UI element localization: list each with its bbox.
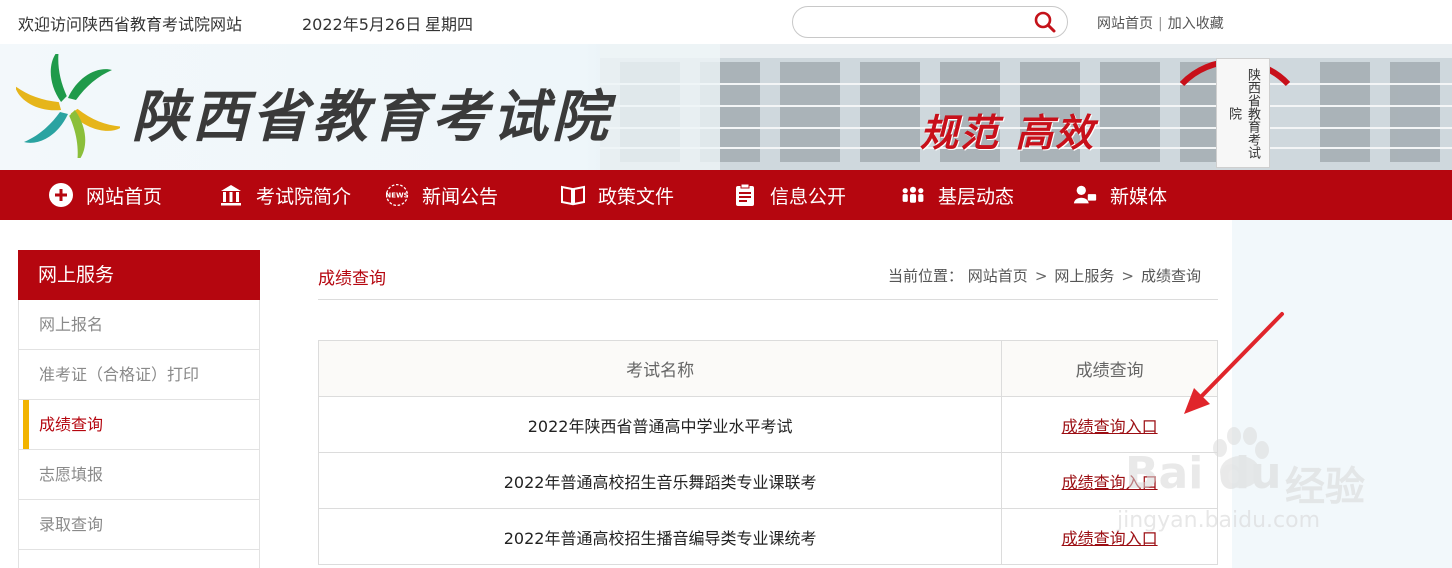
watermark-url: jingyan.baidu.com	[1117, 508, 1321, 533]
sidebar-item-admission-ticket-print[interactable]: 准考证（合格证）打印	[19, 350, 259, 400]
search-icon[interactable]	[1033, 10, 1057, 34]
annotation-arrow-icon	[1184, 312, 1284, 414]
top-links: 网站首页 | 加入收藏	[1097, 13, 1224, 33]
breadcrumb-online-services[interactable]: 网上服务	[1054, 267, 1114, 285]
clipboard-icon	[732, 182, 758, 208]
watermark-cn: 经验	[1285, 464, 1365, 510]
nav-item-policy[interactable]: 政策文件	[560, 170, 674, 220]
sidebar-title-text: 网上服务	[38, 264, 115, 286]
sidebar-item-online-registration[interactable]: 网上报名	[19, 300, 259, 350]
welcome-text: 欢迎访问陕西省教育考试院网站	[18, 15, 243, 34]
watermark-brand: Bai du	[1125, 448, 1282, 499]
table-header-row: 考试名称 成绩查询	[317, 340, 1218, 397]
sidebar-item-score-query[interactable]: 成绩查询	[19, 400, 259, 450]
sidebar-item-label: 录取查询	[39, 515, 104, 534]
home-icon	[48, 182, 74, 208]
sidebar-item-application-filling[interactable]: 志愿填报	[19, 450, 259, 500]
nav-label: 新媒体	[1110, 185, 1168, 208]
news-icon-text: NEWS	[385, 192, 408, 200]
search-box	[792, 6, 1068, 38]
baidu-watermark: Bai du 经验 jingyan.baidu.com	[1105, 420, 1405, 550]
nav-item-grassroots[interactable]: 基层动态	[900, 170, 1014, 220]
table-row: 2022年普通高校招生播音编导类专业课统考 成绩查询入口	[317, 508, 1218, 565]
score-query-table: 考试名称 成绩查询 2022年陕西省普通高中学业水平考试 成绩查询入口 2022…	[317, 340, 1218, 565]
site-logo	[16, 54, 120, 158]
book-icon	[560, 182, 586, 208]
page-title: 成绩查询	[318, 269, 386, 289]
sidebar-title: 网上服务	[18, 250, 260, 300]
exam-name-cell: 2022年普通高校招生音乐舞蹈类专业课联考	[317, 452, 1003, 509]
search-input[interactable]	[805, 11, 1024, 35]
exam-name-cell: 2022年普通高校招生播音编导类专业课统考	[317, 508, 1003, 565]
sidebar-item-admission-query[interactable]: 录取查询	[19, 500, 259, 550]
breadcrumb-separator: >	[1121, 267, 1134, 285]
link-separator: |	[1158, 16, 1163, 32]
current-date: 2022年5月26日	[302, 15, 422, 34]
slogan: 规范 高效	[920, 110, 1096, 155]
table-row: 2022年普通高校招生音乐舞蹈类专业课联考 成绩查询入口	[317, 452, 1218, 509]
sidebar-item-label: 准考证（合格证）打印	[39, 365, 200, 384]
breadcrumb-home[interactable]: 网站首页	[968, 267, 1028, 285]
sidebar-item-label: 网上报名	[39, 315, 104, 334]
name-plaque: 陕西省教育考试院	[1216, 58, 1270, 168]
nav-label: 新闻公告	[422, 185, 499, 208]
current-weekday: 星期四	[425, 15, 474, 34]
nav-item-news[interactable]: NEWS 新闻公告	[384, 170, 498, 220]
nav-item-newmedia[interactable]: 新媒体	[1072, 170, 1167, 220]
title-divider	[318, 299, 1218, 300]
building-icon	[218, 182, 244, 208]
column-header-exam-name: 考试名称	[317, 340, 1003, 397]
nav-label: 信息公开	[770, 185, 847, 208]
header-banner: 陕西省教育考试院 规范 高效 陕西省教育考试院	[0, 44, 1452, 170]
nav-label: 政策文件	[598, 185, 675, 208]
nav-item-about[interactable]: 考试院简介	[218, 170, 351, 220]
site-name: 陕西省教育考试院	[132, 84, 612, 150]
breadcrumb-current: 成绩查询	[1140, 267, 1201, 285]
breadcrumb: 当前位置： 网站首页 > 网上服务 > 成绩查询	[888, 265, 1201, 286]
sidebar-item-label: 成绩查询	[39, 415, 104, 434]
nav-label: 基层动态	[938, 185, 1015, 208]
nav-label: 网站首页	[86, 185, 163, 208]
breadcrumb-separator: >	[1034, 267, 1048, 285]
people-icon	[900, 182, 926, 208]
nav-item-disclosure[interactable]: 信息公开	[732, 170, 846, 220]
table-row: 2022年陕西省普通高中学业水平考试 成绩查询入口	[317, 396, 1218, 453]
nav-label: 考试院简介	[256, 185, 352, 208]
top-bar: 欢迎访问陕西省教育考试院网站 2022年5月26日 星期四 网站首页 | 加入收藏	[0, 0, 1452, 44]
sidebar: 网上服务 网上报名 准考证（合格证）打印 成绩查询 志愿填报 录取查询	[18, 250, 260, 568]
exam-name-cell: 2022年陕西省普通高中学业水平考试	[317, 396, 1003, 453]
add-favorite-link[interactable]: 加入收藏	[1168, 16, 1224, 32]
nav-item-home[interactable]: 网站首页	[48, 170, 162, 220]
news-icon: NEWS	[384, 182, 410, 208]
main-nav: 网站首页 考试院简介 NEWS 新闻公告 政策文件 信息公开 基层动态 新媒体	[0, 170, 1452, 220]
plaque-text: 陕西省教育考试院	[1226, 67, 1260, 159]
breadcrumb-prefix: 当前位置：	[888, 267, 964, 285]
home-link[interactable]: 网站首页	[1097, 16, 1153, 32]
media-icon	[1072, 182, 1098, 208]
sidebar-item-label: 志愿填报	[39, 465, 104, 484]
